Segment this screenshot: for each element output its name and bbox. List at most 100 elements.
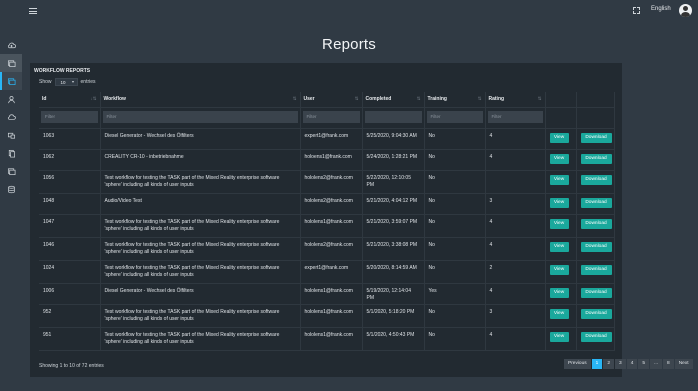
view-button[interactable]: View [549, 174, 569, 185]
cell-id: 951 [39, 327, 101, 350]
cell-id: 1056 [39, 170, 101, 193]
cell-user: hololens1@frank.com [300, 327, 363, 350]
filter-user-input[interactable]: Filter [302, 110, 360, 123]
download-button[interactable]: Download [580, 153, 612, 164]
cell-user: hololens1@frank.com [300, 283, 363, 304]
sidebar-item-workflows[interactable] [0, 72, 22, 90]
cell-rating [485, 170, 546, 193]
column-header-completed[interactable]: Completed ⇅ [362, 92, 425, 108]
filter-completed-input[interactable] [364, 110, 422, 123]
cell-id: 1006 [39, 283, 101, 304]
sidebar-item-users[interactable] [0, 90, 22, 108]
language-selector[interactable]: English [651, 6, 671, 12]
sort-desc-icon: ↓⇅ [90, 96, 97, 101]
cell-training: No [424, 214, 486, 237]
page-3-button[interactable]: 3 [615, 359, 626, 369]
media-icon [7, 167, 15, 175]
cell-completed: 5/1/2020, 4:50:43 PM [362, 327, 425, 350]
cell-workflow: Test workflow for testing the TASK part … [100, 327, 301, 350]
cell-user: hololens2@frank.com [300, 237, 363, 260]
cell-id: 1048 [39, 193, 101, 214]
previous-page-button[interactable]: Previous [564, 359, 591, 369]
download-button[interactable]: Download [580, 197, 612, 208]
view-button[interactable]: View [549, 264, 569, 275]
view-button[interactable]: View [549, 132, 569, 143]
view-button[interactable]: View [549, 308, 569, 319]
table-info: Showing 1 to 10 of 72 entries [39, 363, 104, 369]
cell-training: No [424, 327, 486, 350]
download-button[interactable]: Download [580, 174, 612, 185]
cell-completed: 5/22/2020, 12:10:05 PM [362, 170, 425, 193]
download-button[interactable]: Download [580, 218, 612, 229]
cell-rating: 4 [485, 214, 546, 237]
filter-training-input[interactable]: Filter [426, 110, 483, 123]
table-row: 1063 Diesel Generator - Wechsel des Ölfil… [39, 128, 615, 149]
page-4-button[interactable]: 4 [626, 359, 638, 369]
column-header-user[interactable]: User ⇅ [300, 92, 363, 108]
panel-heading: WORKFLOW REPORTS [34, 68, 91, 74]
column-header-id[interactable]: Id ↓⇅ [39, 92, 101, 108]
download-button[interactable]: Download [580, 241, 612, 252]
column-header-training[interactable]: Training ⇅ [424, 92, 486, 108]
cell-completed: 5/25/2020, 9:04:30 AM [362, 128, 425, 149]
filter-workflow-input[interactable]: Filter [102, 110, 298, 123]
download-button[interactable]: Download [580, 331, 612, 342]
page-1-button[interactable]: 1 [591, 359, 603, 369]
view-button[interactable]: View [549, 197, 569, 208]
page-8-button[interactable]: 8 [663, 359, 674, 369]
download-button[interactable]: Download [580, 132, 612, 143]
pagination: Previous 1 2 3 4 5... 8 Next [564, 359, 694, 369]
download-button[interactable]: Download [580, 264, 612, 275]
table-row: 952 Test workflow for testing the TASK pa… [39, 304, 615, 327]
next-page-button[interactable]: Next [674, 359, 693, 369]
page-title: Reports [322, 36, 376, 53]
documents-icon [8, 149, 15, 157]
page-5-button[interactable]: 5 [638, 359, 650, 369]
filter-id-input[interactable]: Filter [41, 110, 98, 123]
view-button[interactable]: View [549, 287, 569, 298]
sidebar-item-cloud[interactable] [0, 108, 22, 126]
cell-workflow: CREALITY CR-10 - inbetriebnahme [100, 149, 301, 170]
cell-completed: 5/21/2020, 4:04:12 PM [362, 193, 425, 214]
entries-select[interactable]: 10 [54, 78, 78, 86]
table-row: 1062 CREALITY CR-10 - inbetriebnahme holoe… [39, 149, 615, 170]
view-button[interactable]: View [549, 218, 569, 229]
cell-workflow: Diesel Generator - Wechsel des Ölfilters [100, 283, 301, 304]
table-row: 1056 Test workflow for testing the TASK p… [39, 170, 615, 193]
menu-icon[interactable] [29, 8, 37, 14]
cell-completed: 5/20/2020, 8:14:59 AM [362, 260, 425, 283]
view-button[interactable]: View [549, 331, 569, 342]
view-button[interactable]: View [549, 241, 569, 252]
sidebar-item-devices[interactable] [0, 126, 22, 144]
column-header-download [576, 92, 615, 108]
cell-completed: 5/21/2020, 3:38:08 PM [362, 237, 425, 260]
table-row: 951 Test workflow for testing the TASK pa… [39, 327, 615, 350]
cell-id: 1063 [39, 128, 101, 149]
devices-icon [7, 132, 15, 139]
column-header-rating[interactable]: Rating ⇅ [485, 92, 546, 108]
user-icon [7, 95, 15, 103]
sort-icon: ⇅ [477, 96, 482, 101]
download-button[interactable]: Download [580, 308, 612, 319]
cell-rating: 4 [485, 149, 546, 170]
table-row: 1024 Test workflow for testing the TASK p… [39, 260, 615, 283]
view-button[interactable]: View [549, 153, 569, 164]
sidebar-item-database[interactable] [0, 180, 22, 198]
page-2-button[interactable]: 2 [603, 359, 615, 369]
fullscreen-icon[interactable] [633, 7, 640, 14]
cell-user: holoens1@frank.com [300, 149, 363, 170]
sort-icon: ⇅ [354, 96, 359, 101]
cell-user: hololens1@frank.com [300, 214, 363, 237]
column-header-workflow[interactable]: Workflow ⇅ [100, 92, 301, 108]
sidebar-item-reports[interactable] [0, 54, 22, 72]
cell-completed: 5/1/2020, 5:18:20 PM [362, 304, 425, 327]
cloud-icon [7, 113, 16, 120]
table-row: 1046 Test workflow for testing the TASK p… [39, 237, 615, 260]
sidebar-item-documents[interactable] [0, 144, 22, 162]
cell-id: 1046 [39, 237, 101, 260]
sidebar-item-media[interactable] [0, 162, 22, 180]
avatar[interactable] [679, 4, 692, 17]
download-button[interactable]: Download [580, 287, 612, 298]
filter-rating-input[interactable]: Filter [487, 110, 543, 123]
cell-training: No [424, 149, 486, 170]
